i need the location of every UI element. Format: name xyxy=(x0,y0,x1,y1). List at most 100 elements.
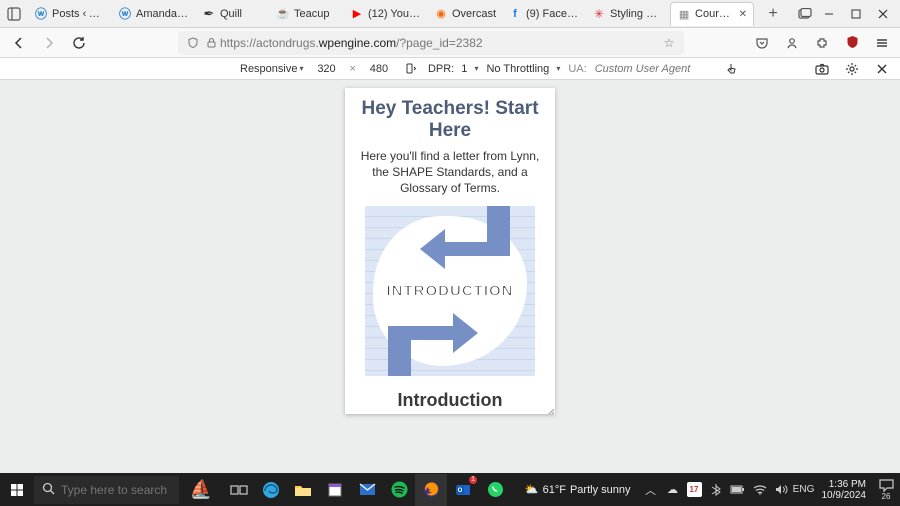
url-domain: wpengine.com xyxy=(319,36,396,50)
rdm-ua-input[interactable] xyxy=(595,63,715,75)
bluetooth-icon[interactable] xyxy=(708,482,724,498)
intro-image-label: INTRODUCTION xyxy=(387,283,514,300)
firefox-icon[interactable] xyxy=(415,474,447,506)
tab-label: (12) YouTube xyxy=(368,8,422,20)
taskbar-search-input[interactable] xyxy=(61,483,171,497)
sidebar-toggle-icon[interactable] xyxy=(4,4,24,24)
tab-label: Posts ‹ Amanda xyxy=(52,8,106,20)
notification-count: 26 xyxy=(882,492,891,501)
taskbar-search[interactable] xyxy=(34,476,179,504)
svg-text:O: O xyxy=(457,488,462,494)
tab-label: Teacup xyxy=(294,8,338,20)
tab-favicon: ✳ xyxy=(592,7,606,21)
tabs-host: ⓦ Posts ‹ Amanda ⓦAmanda Unveiled ✒ Quill ☕Te… xyxy=(28,2,754,26)
tab-overflow-button[interactable] xyxy=(794,3,816,25)
rdm-throttle-select[interactable]: No Throttling ▾ xyxy=(486,63,560,75)
rdm-touch-button[interactable] xyxy=(723,62,741,75)
browser-tab[interactable]: ⓦAmanda Unveiled xyxy=(112,2,196,26)
tab-favicon: ⓦ xyxy=(34,7,48,21)
forward-button[interactable] xyxy=(38,32,60,54)
section-title: Introduction xyxy=(357,390,543,411)
system-tray: ︿ ☁ 17 ENG xyxy=(639,482,816,498)
browser-tab[interactable]: ▦Courses – A✕ xyxy=(670,2,754,26)
action-center-button[interactable]: 26 xyxy=(872,479,900,501)
browser-toolbar: https://actondrugs.wpengine.com/?page_id… xyxy=(0,28,900,58)
rotate-viewport-button[interactable] xyxy=(402,62,420,75)
mail-icon[interactable] xyxy=(351,474,383,506)
spotify-icon[interactable] xyxy=(383,474,415,506)
language-indicator[interactable]: ENG xyxy=(796,482,812,498)
volume-icon[interactable] xyxy=(774,482,790,498)
battery-icon[interactable] xyxy=(730,482,746,498)
tab-label: Courses – A xyxy=(695,8,735,20)
rdm-settings-button[interactable] xyxy=(842,59,862,79)
clock-date: 10/9/2024 xyxy=(822,490,867,501)
tab-label: Styling Buttons xyxy=(610,8,664,20)
tab-favicon: ◉ xyxy=(434,7,448,21)
tab-favicon: ⓦ xyxy=(118,7,132,21)
rdm-device-select[interactable]: Responsive▾ xyxy=(240,63,304,75)
calendar-tray-icon[interactable]: 17 xyxy=(687,482,702,497)
edge-icon[interactable] xyxy=(255,474,287,506)
rdm-dpr-select[interactable]: DPR: 1 ▾ xyxy=(428,63,479,75)
chevron-down-icon: ▾ xyxy=(299,64,303,73)
browser-tab[interactable]: ◉ Overcast xyxy=(428,2,502,26)
wifi-icon[interactable] xyxy=(752,482,768,498)
rdm-width-input[interactable]: 320 xyxy=(312,63,342,75)
tab-label: Quill xyxy=(220,8,264,20)
arrow-icon xyxy=(405,206,525,284)
rdm-close-button[interactable] xyxy=(872,59,892,79)
tray-chevron-up-icon[interactable]: ︿ xyxy=(643,482,659,498)
window-close-button[interactable] xyxy=(869,0,896,28)
tab-close-icon[interactable]: ✕ xyxy=(739,9,747,20)
taskbar-pinned-apps: O1 xyxy=(223,474,511,506)
start-button[interactable] xyxy=(0,473,34,506)
window-maximize-button[interactable] xyxy=(843,0,870,28)
taskbar-weather[interactable]: ⛅ 61°F Partly sunny xyxy=(517,483,639,496)
reload-button[interactable] xyxy=(68,32,90,54)
back-button[interactable] xyxy=(8,32,30,54)
new-tab-button[interactable]: + xyxy=(762,3,784,25)
task-view-button[interactable] xyxy=(223,474,255,506)
url-suffix: /?page_id=2382 xyxy=(396,36,482,50)
extensions-icon[interactable] xyxy=(812,33,832,53)
onedrive-icon[interactable]: ☁ xyxy=(665,482,681,498)
page-title: Hey Teachers! Start Here xyxy=(357,98,543,142)
tab-label: Overcast xyxy=(452,8,496,20)
screenshot-button[interactable] xyxy=(812,59,832,79)
browser-tab[interactable]: f(9) Facebook xyxy=(502,2,586,26)
search-icon xyxy=(42,482,55,498)
chevron-down-icon: ▾ xyxy=(556,64,560,73)
toolbar-right xyxy=(752,33,892,53)
devtools-viewport-area: Hey Teachers! Start Here Here you'll fin… xyxy=(0,80,900,473)
tab-favicon: ✒ xyxy=(202,7,216,21)
frame-resize-handle[interactable] xyxy=(545,404,555,414)
lock-icon xyxy=(202,37,220,48)
browser-tab[interactable]: ▶(12) YouTube xyxy=(344,2,428,26)
whatsapp-icon[interactable] xyxy=(479,474,511,506)
rdm-center: Responsive▾ 320 × 480 DPR: 1 ▾ No Thrott… xyxy=(240,62,741,75)
window-minimize-button[interactable] xyxy=(816,0,843,28)
chevron-down-icon: ▾ xyxy=(474,64,478,73)
app-menu-button[interactable] xyxy=(872,33,892,53)
address-bar[interactable]: https://actondrugs.wpengine.com/?page_id… xyxy=(178,31,684,55)
taskbar-news-widget[interactable]: ⛵ xyxy=(179,473,223,506)
ublock-icon[interactable] xyxy=(842,33,862,53)
simulated-device-frame[interactable]: Hey Teachers! Start Here Here you'll fin… xyxy=(345,88,555,414)
taskbar-clock[interactable]: 1:36 PM 10/9/2024 xyxy=(816,479,873,501)
outlook-icon[interactable]: O1 xyxy=(447,474,479,506)
tab-strip-left: ⓦ Posts ‹ Amanda ⓦAmanda Unveiled ✒ Quill ☕Te… xyxy=(4,2,816,26)
browser-tab[interactable]: ⓦ Posts ‹ Amanda xyxy=(28,2,112,26)
pocket-icon[interactable] xyxy=(752,33,772,53)
sticky-notes-icon[interactable] xyxy=(319,474,351,506)
bookmark-star-icon[interactable]: ☆ xyxy=(660,36,678,50)
url-text: https://actondrugs.wpengine.com/?page_id… xyxy=(220,36,483,50)
account-icon[interactable] xyxy=(782,33,802,53)
rdm-height-input[interactable]: 480 xyxy=(364,63,394,75)
browser-tab[interactable]: ✳ Styling Buttons xyxy=(586,2,670,26)
file-explorer-icon[interactable] xyxy=(287,474,319,506)
browser-tab[interactable]: ☕Teacup xyxy=(270,2,344,26)
browser-tab[interactable]: ✒ Quill xyxy=(196,2,270,26)
page-description: Here you'll find a letter from Lynn, the… xyxy=(357,148,543,197)
url-prefix: https://actondrugs. xyxy=(220,36,319,50)
